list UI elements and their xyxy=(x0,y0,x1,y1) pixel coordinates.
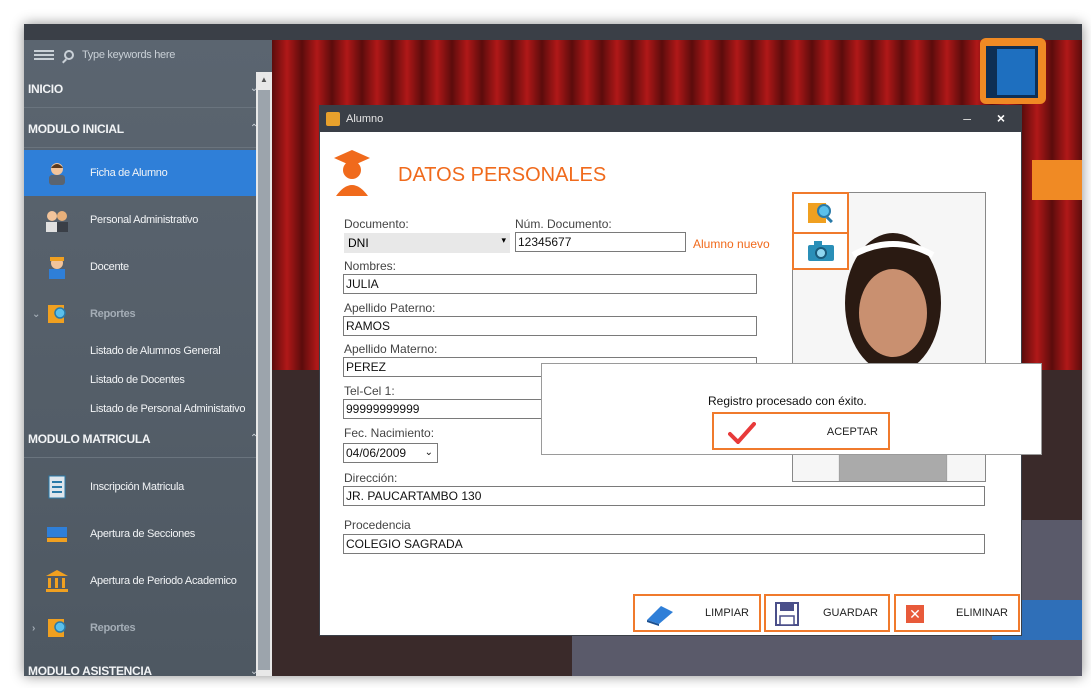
sidebar-item-label: Ficha de Alumno xyxy=(90,167,168,179)
fec-nacimiento-picker[interactable]: 04/06/2009 ⌄ xyxy=(343,443,438,463)
dropdown-arrow-icon: ▾ xyxy=(501,235,506,245)
sidebar-item-label: Inscripción Matricula xyxy=(90,481,184,493)
graduate-icon xyxy=(334,150,370,196)
procedencia-label: Procedencia xyxy=(344,518,411,532)
sidebar-item-inscripcion[interactable]: Inscripción Matricula xyxy=(24,464,272,510)
sidebar-item-apertura-secciones[interactable]: Apertura de Secciones xyxy=(24,511,272,557)
message-text: Registro procesado con éxito. xyxy=(708,394,867,408)
num-documento-label: Núm. Documento: xyxy=(515,217,612,231)
sidebar-item-reportes[interactable]: ⌄ Reportes xyxy=(24,291,272,337)
search-photo-icon[interactable] xyxy=(806,199,836,225)
direccion-input[interactable]: JR. PAUCARTAMBO 130 xyxy=(343,486,985,506)
nombres-label: Nombres: xyxy=(344,259,397,273)
search-icon xyxy=(64,50,74,60)
apellido-paterno-label: Apellido Paterno: xyxy=(344,301,436,315)
limpiar-label: LIMPIAR xyxy=(704,607,749,619)
dialog-title: Alumno xyxy=(346,113,384,125)
section-modulo-inicial-label: MODULO INICIAL xyxy=(28,121,124,136)
sidebar-subitem-listado-personal[interactable]: Listado de Personal Administativo xyxy=(90,403,246,415)
close-button[interactable]: × xyxy=(997,110,1005,126)
sidebar-item-personal-administrativo[interactable]: Personal Administrativo xyxy=(24,197,272,243)
chevron-down-icon: ⌄ xyxy=(32,308,41,320)
eliminar-button[interactable]: ✕ ELIMINAR xyxy=(894,594,1020,632)
section-modulo-inicial[interactable]: MODULO INICIAL ⌃ xyxy=(24,110,272,148)
app-icon xyxy=(326,112,340,126)
chevron-down-icon: ⌄ xyxy=(424,447,433,458)
minimize-button[interactable]: – xyxy=(963,110,971,126)
scroll-up-arrow-icon[interactable]: ▲ xyxy=(256,72,272,88)
document-icon xyxy=(48,475,66,499)
book-logo-icon xyxy=(980,38,1046,104)
sidebar-search[interactable]: Type keywords here xyxy=(24,40,272,70)
classroom-icon xyxy=(47,527,67,542)
section-inicio-label: INICIO xyxy=(28,81,63,96)
fec-nacimiento-label: Fec. Nacimiento: xyxy=(344,426,435,440)
app-topbar xyxy=(24,24,1082,40)
sidebar-item-apertura-periodo[interactable]: Apertura de Periodo Academico xyxy=(24,558,272,604)
apellido-paterno-input[interactable]: RAMOS xyxy=(343,316,757,336)
section-modulo-matricula[interactable]: MODULO MATRICULA ⌃ xyxy=(24,420,272,458)
report-icon xyxy=(48,619,66,637)
section-modulo-matricula-label: MODULO MATRICULA xyxy=(28,431,151,446)
section-inicio[interactable]: INICIO ⌄ xyxy=(24,70,272,108)
fec-nacimiento-value: 04/06/2009 xyxy=(346,446,407,460)
apellido-materno-label: Apellido Materno: xyxy=(344,342,438,356)
sidebar-subitem-listado-alumnos[interactable]: Listado de Alumnos General xyxy=(90,345,221,357)
student-icon xyxy=(49,163,65,185)
nombres-input[interactable]: JULIA xyxy=(343,274,757,294)
num-documento-input[interactable]: 12345677 xyxy=(515,232,686,252)
eliminar-label: ELIMINAR xyxy=(956,607,1008,619)
curtain-fold xyxy=(1052,40,1082,370)
report-icon xyxy=(48,305,66,323)
photo-actions xyxy=(792,192,849,270)
hamburger-icon[interactable] xyxy=(34,50,54,60)
camera-icon[interactable] xyxy=(806,239,836,263)
limpiar-button[interactable]: LIMPIAR xyxy=(633,594,761,632)
sidebar-subitem-listado-docentes[interactable]: Listado de Docentes xyxy=(90,374,185,386)
checkmark-icon xyxy=(728,422,756,444)
eraser-icon xyxy=(647,606,673,626)
telcel-input[interactable]: 99999999999 xyxy=(343,399,543,419)
status-text: Alumno nuevo xyxy=(693,237,770,251)
curtain-fold xyxy=(272,40,302,370)
telcel-label: Tel-Cel 1: xyxy=(344,384,395,398)
institution-icon xyxy=(46,570,68,592)
sidebar-item-label: Apertura de Secciones xyxy=(90,528,195,540)
sidebar-item-label: Personal Administrativo xyxy=(90,214,199,226)
guardar-label: GUARDAR xyxy=(822,607,878,619)
scrollbar-thumb[interactable] xyxy=(258,90,270,670)
direccion-label: Dirección: xyxy=(344,471,398,485)
documento-value: DNI xyxy=(348,236,369,250)
sidebar-item-label: Reportes xyxy=(90,308,136,320)
section-modulo-asistencia-label: MODULO ASISTENCIA xyxy=(28,664,152,676)
save-icon xyxy=(775,602,799,626)
section-modulo-asistencia[interactable]: MODULO ASISTENCIA ⌄ xyxy=(24,652,272,676)
search-placeholder[interactable]: Type keywords here xyxy=(82,49,175,61)
delete-icon: ✕ xyxy=(906,605,924,623)
procedencia-input[interactable]: COLEGIO SAGRADA xyxy=(343,534,985,554)
sidebar-item-label: Reportes xyxy=(90,622,136,634)
dialog-titlebar[interactable]: Alumno – × xyxy=(320,106,1021,132)
chevron-right-icon: › xyxy=(32,622,36,634)
documento-label: Documento: xyxy=(344,217,409,231)
staff-icon xyxy=(46,211,68,232)
documento-select[interactable]: DNI ▾ xyxy=(344,233,510,253)
sidebar: Type keywords here INICIO ⌄ MODULO INICI… xyxy=(24,40,272,676)
teacher-icon xyxy=(49,257,65,279)
sidebar-item-label: Docente xyxy=(90,261,129,273)
sidebar-item-reportes-2[interactable]: › Reportes xyxy=(24,605,272,651)
sidebar-item-ficha-alumno[interactable]: Ficha de Alumno xyxy=(24,150,272,196)
aceptar-label: ACEPTAR xyxy=(826,426,878,438)
sidebar-item-label: Apertura de Periodo Academico xyxy=(90,575,237,587)
aceptar-button[interactable]: ACEPTAR xyxy=(712,412,890,450)
page-title: DATOS PERSONALES xyxy=(398,164,607,186)
guardar-button[interactable]: GUARDAR xyxy=(764,594,890,632)
sidebar-item-docente[interactable]: Docente xyxy=(24,244,272,290)
sidebar-scrollbar[interactable]: ▲ xyxy=(256,72,272,676)
message-box: Registro procesado con éxito. ACEPTAR xyxy=(541,363,1042,455)
